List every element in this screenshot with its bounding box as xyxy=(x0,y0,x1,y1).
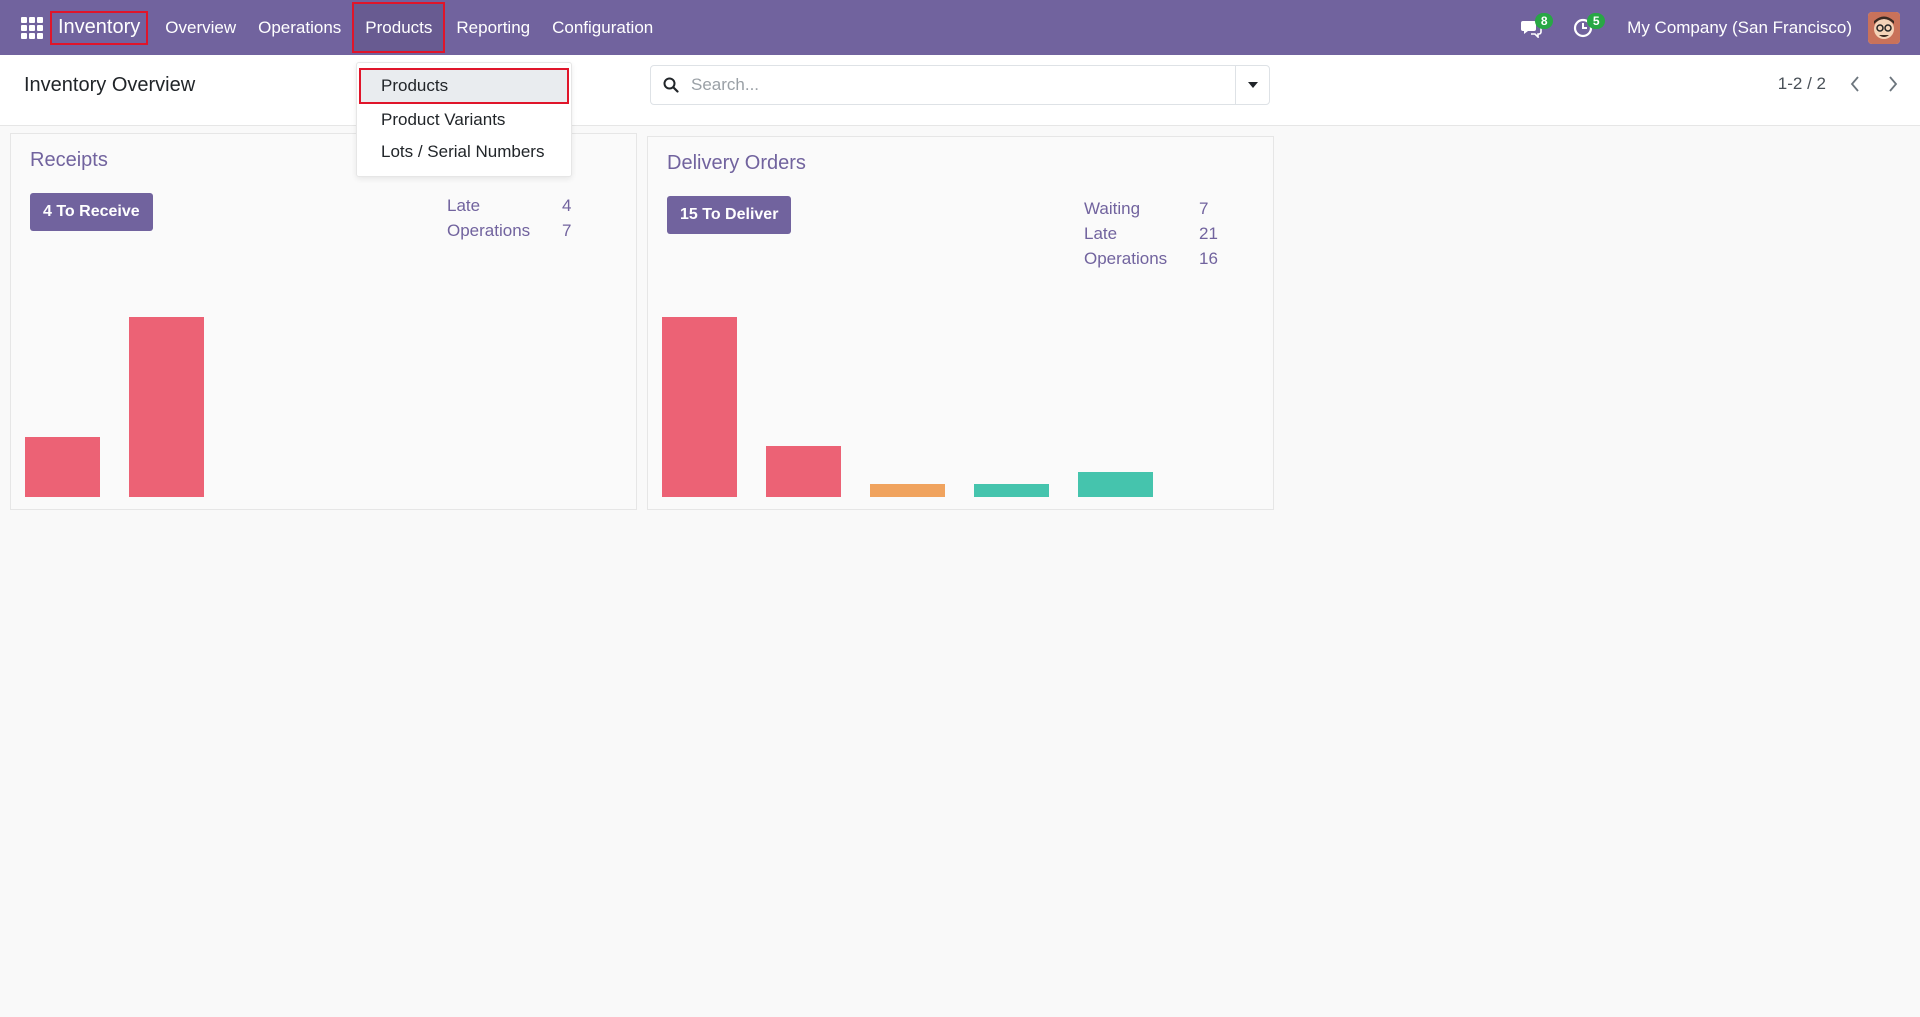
apps-menu-icon[interactable] xyxy=(21,16,43,39)
pager-value[interactable]: 1-2 / 2 xyxy=(1778,74,1826,94)
delivery-stat-late[interactable]: Late 21 xyxy=(1084,221,1218,246)
activities-count-badge: 5 xyxy=(1587,13,1606,29)
menu-overview[interactable]: Overview xyxy=(154,0,247,55)
user-avatar-icon xyxy=(1868,11,1900,44)
receipts-stat-late[interactable]: Late 4 xyxy=(447,193,571,218)
menu-products[interactable]: Products xyxy=(352,2,446,53)
delivery-bar-3[interactable] xyxy=(870,484,945,497)
main-menu: Overview Operations Products Reporting C… xyxy=(154,0,664,55)
company-switcher[interactable]: My Company (San Francisco) xyxy=(1627,18,1852,38)
pager: 1-2 / 2 xyxy=(1778,73,1920,95)
user-avatar[interactable] xyxy=(1868,11,1900,44)
to-receive-button[interactable]: 4 To Receive xyxy=(30,193,153,231)
dropdown-item-product-variants[interactable]: Product Variants xyxy=(357,104,571,136)
receipts-card: Receipts 4 To Receive Late 4 Operations … xyxy=(10,133,637,510)
delivery-orders-card: Delivery Orders 15 To Deliver Waiting 7 … xyxy=(647,136,1274,510)
delivery-bar-2[interactable] xyxy=(766,446,841,497)
menu-reporting[interactable]: Reporting xyxy=(445,0,541,55)
caret-down-icon xyxy=(1247,82,1258,88)
top-navbar: Inventory Overview Operations Products R… xyxy=(0,0,1920,55)
delivery-stat-operations[interactable]: Operations 16 xyxy=(1084,246,1218,271)
delivery-stats: Waiting 7 Late 21 Operations 16 xyxy=(1084,196,1218,271)
pager-next-button[interactable] xyxy=(1882,73,1904,95)
chevron-left-icon xyxy=(1850,76,1859,92)
pager-previous-button[interactable] xyxy=(1844,73,1866,95)
delivery-bar-4[interactable] xyxy=(974,484,1049,497)
search-options-toggle[interactable] xyxy=(1235,66,1269,104)
app-brand[interactable]: Inventory xyxy=(50,10,149,45)
search-icon xyxy=(651,66,691,104)
receipts-graph[interactable] xyxy=(25,317,625,497)
receipts-bar-2[interactable] xyxy=(129,317,204,497)
delivery-bar-1[interactable] xyxy=(662,317,737,497)
delivery-stat-waiting[interactable]: Waiting 7 xyxy=(1084,196,1218,221)
receipts-stat-operations[interactable]: Operations 7 xyxy=(447,218,571,243)
menu-configuration[interactable]: Configuration xyxy=(541,0,664,55)
delivery-bar-5[interactable] xyxy=(1078,472,1153,497)
delivery-graph[interactable] xyxy=(662,317,1262,497)
messages-count-badge: 8 xyxy=(1535,13,1554,29)
receipts-stats: Late 4 Operations 7 xyxy=(447,193,571,243)
page-title: Inventory Overview xyxy=(24,74,196,96)
search-bar xyxy=(650,65,1270,105)
activities-button[interactable]: 5 xyxy=(1565,0,1606,55)
receipts-bar-1[interactable] xyxy=(25,437,100,497)
search-input[interactable] xyxy=(691,67,1235,103)
dropdown-item-products[interactable]: Products xyxy=(359,68,569,104)
control-panel: Inventory Overview 1-2 / 2 xyxy=(0,55,1920,126)
chevron-right-icon xyxy=(1889,76,1898,92)
systray: 8 5 My Company (San Francisco) xyxy=(1513,0,1920,55)
messages-button[interactable]: 8 xyxy=(1513,0,1554,55)
to-deliver-button[interactable]: 15 To Deliver xyxy=(667,196,792,234)
menu-operations[interactable]: Operations xyxy=(247,0,352,55)
dropdown-item-lots-serial-numbers[interactable]: Lots / Serial Numbers xyxy=(357,136,571,168)
products-dropdown-menu: Products Product Variants Lots / Serial … xyxy=(356,62,572,177)
delivery-orders-title[interactable]: Delivery Orders xyxy=(667,152,806,175)
receipts-title[interactable]: Receipts xyxy=(30,149,108,172)
